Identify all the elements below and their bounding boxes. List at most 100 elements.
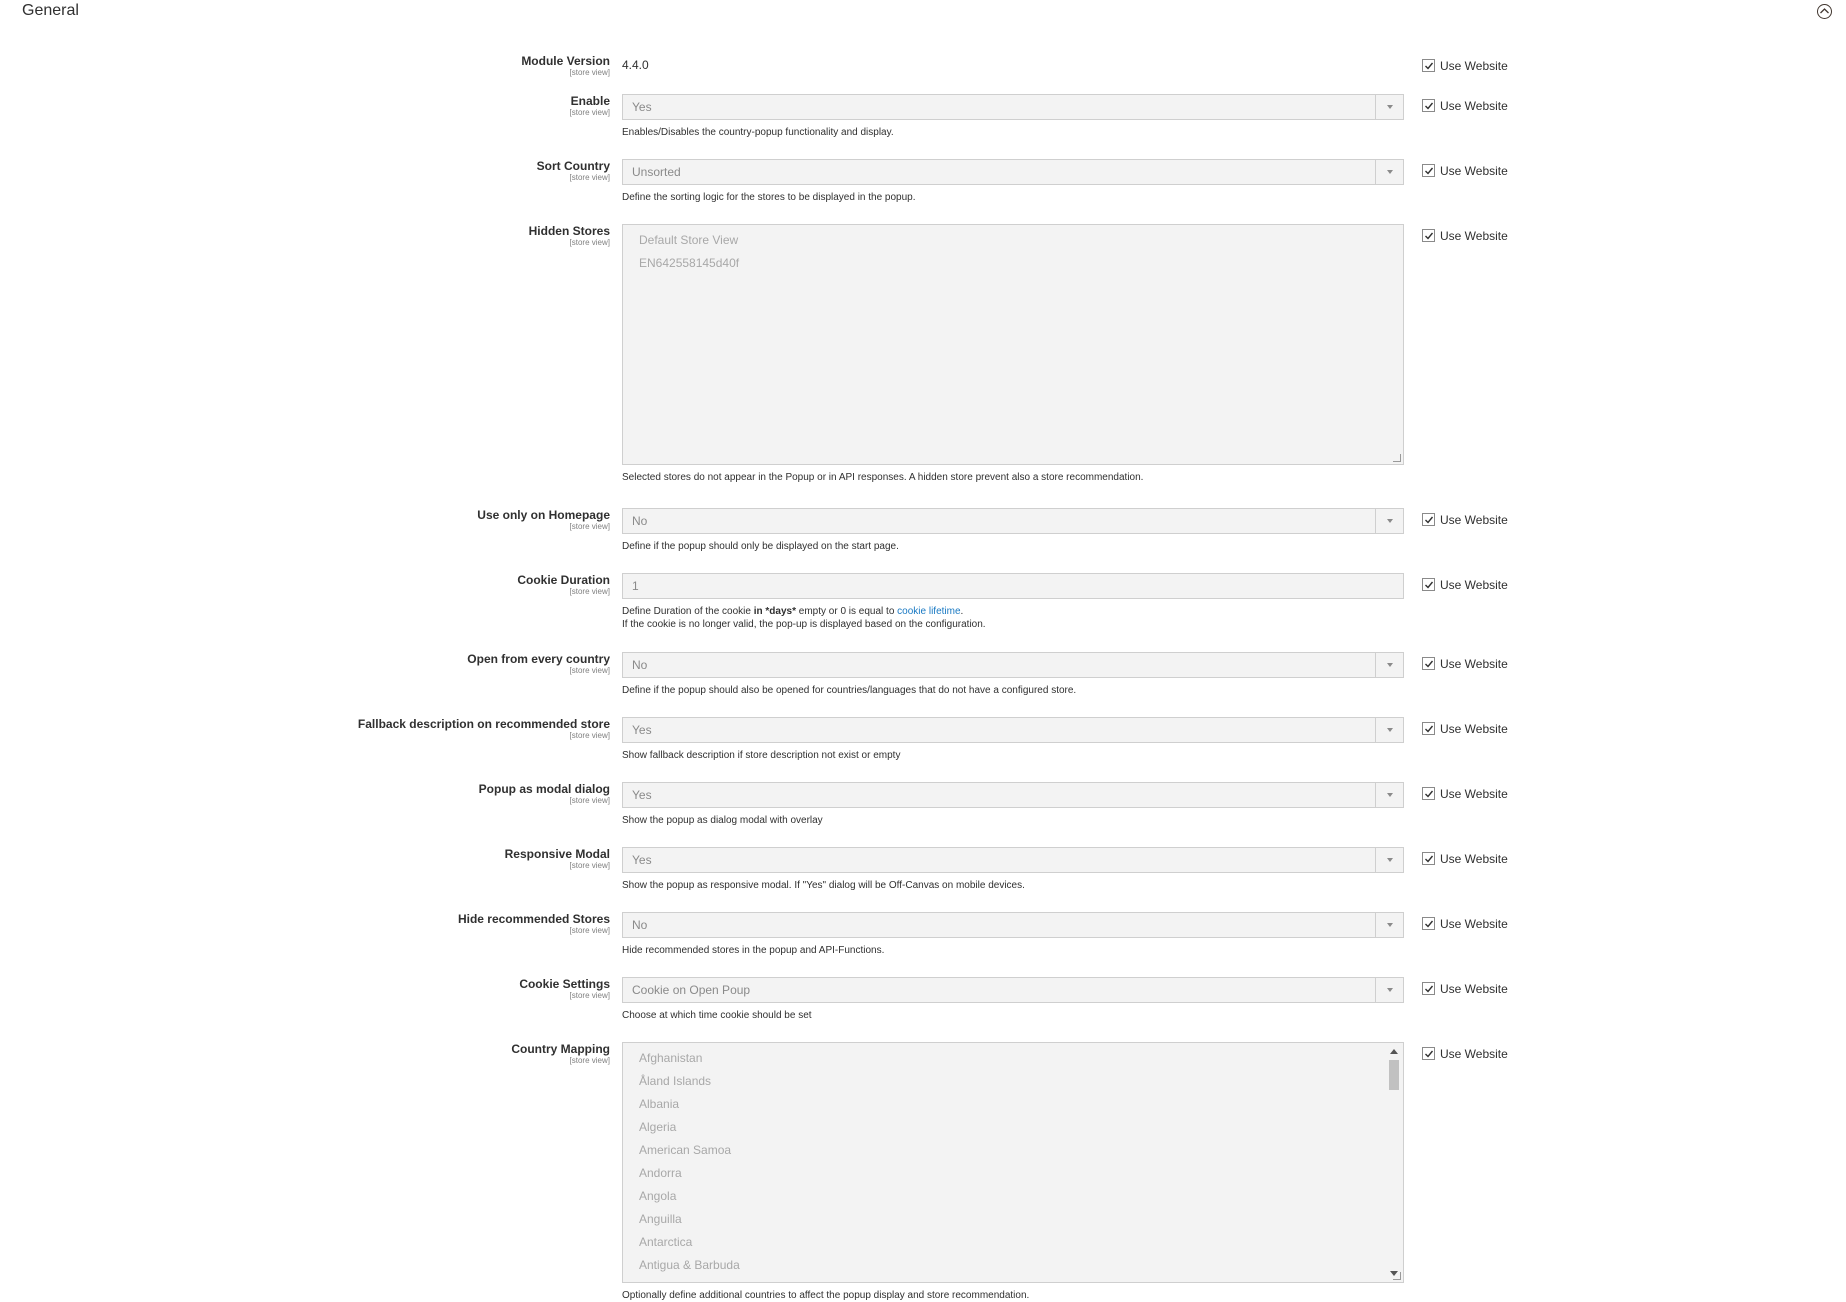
homepage-only-select[interactable]: No [622,508,1404,534]
module-version-value: 4.4.0 [622,58,649,72]
collapse-icon[interactable] [1817,4,1832,19]
scope-label: [store view] [569,587,610,596]
use-website-label: Use Website [1440,229,1508,243]
cookie-settings-select[interactable]: Cookie on Open Poup [622,977,1404,1003]
use-website-checkbox[interactable]: Use Website [1422,917,1508,931]
checkbox-icon[interactable] [1422,578,1435,591]
select-value: Yes [632,788,652,802]
field-note: Show the popup as dialog modal with over… [622,815,823,826]
list-item[interactable]: Angola [639,1185,1403,1208]
list-item[interactable]: Antigua & Barbuda [639,1254,1403,1277]
checkbox-icon[interactable] [1422,99,1435,112]
use-website-checkbox[interactable]: Use Website [1422,513,1508,527]
use-website-label: Use Website [1440,657,1508,671]
use-website-checkbox[interactable]: Use Website [1422,59,1508,73]
checkbox-icon[interactable] [1422,229,1435,242]
chevron-down-icon[interactable] [1375,718,1403,742]
section-title: General [22,2,79,19]
responsive-modal-select[interactable]: Yes [622,847,1404,873]
list-item[interactable]: Default Store View [639,229,1403,252]
list-item[interactable]: Algeria [639,1116,1403,1139]
field-label: Cookie Duration [517,573,610,587]
select-value: Unsorted [632,165,681,179]
list-item[interactable]: EN642558145d40f [639,252,1403,275]
use-website-checkbox[interactable]: Use Website [1422,657,1508,671]
cookie-duration-input[interactable]: 1 [622,573,1404,599]
use-website-checkbox[interactable]: Use Website [1422,787,1508,801]
list-item[interactable]: Afghanistan [639,1047,1403,1070]
note-text: empty or 0 is equal to [796,606,898,617]
chevron-down-icon[interactable] [1375,978,1403,1002]
hidden-stores-multiselect[interactable]: Default Store View EN642558145d40f [622,224,1404,465]
use-website-checkbox[interactable]: Use Website [1422,852,1508,866]
open-every-country-select[interactable]: No [622,652,1404,678]
use-website-checkbox[interactable]: Use Website [1422,982,1508,996]
list-item[interactable]: American Samoa [639,1139,1403,1162]
scope-label: [store view] [569,108,610,117]
note-text: Define Duration of the cookie [622,606,754,617]
field-label: Module Version [521,54,610,68]
scope-label: [store view] [569,68,610,77]
checkbox-icon[interactable] [1422,982,1435,995]
checkbox-icon[interactable] [1422,917,1435,930]
use-website-label: Use Website [1440,513,1508,527]
checkbox-icon[interactable] [1422,657,1435,670]
list-item[interactable]: Åland Islands [639,1070,1403,1093]
chevron-down-icon[interactable] [1375,160,1403,184]
chevron-down-icon[interactable] [1375,95,1403,119]
field-note: Enables/Disables the country-popup funct… [622,127,894,138]
use-website-checkbox[interactable]: Use Website [1422,164,1508,178]
scroll-up-icon[interactable] [1390,1049,1398,1054]
field-note: Optionally define additional countries t… [622,1290,1030,1301]
checkbox-icon[interactable] [1422,787,1435,800]
field-note: Choose at which time cookie should be se… [622,1010,812,1021]
checkbox-icon[interactable] [1422,513,1435,526]
field-label: Popup as modal dialog [478,782,610,796]
field-label: Cookie Settings [519,977,610,991]
use-website-label: Use Website [1440,99,1508,113]
use-website-label: Use Website [1440,59,1508,73]
section-header[interactable]: General [22,0,1842,26]
use-website-label: Use Website [1440,982,1508,996]
chevron-down-icon[interactable] [1375,913,1403,937]
list-item[interactable]: Albania [639,1093,1403,1116]
use-website-label: Use Website [1440,787,1508,801]
scope-label: [store view] [569,666,610,675]
chevron-down-icon[interactable] [1375,848,1403,872]
country-mapping-multiselect[interactable]: Afghanistan Åland Islands Albania Algeri… [622,1042,1404,1283]
select-value: No [632,658,648,672]
list-item[interactable]: Anguilla [639,1208,1403,1231]
use-website-checkbox[interactable]: Use Website [1422,1047,1508,1061]
hide-recommended-select[interactable]: No [622,912,1404,938]
field-label: Open from every country [467,652,610,666]
popup-modal-select[interactable]: Yes [622,782,1404,808]
note-text: . [960,606,964,617]
checkbox-icon[interactable] [1422,852,1435,865]
chevron-down-icon[interactable] [1375,783,1403,807]
list-item[interactable]: Andorra [639,1162,1403,1185]
field-label: Sort Country [536,159,610,173]
use-website-label: Use Website [1440,578,1508,592]
scope-label: [store view] [569,796,610,805]
fallback-description-select[interactable]: Yes [622,717,1404,743]
chevron-down-icon[interactable] [1375,509,1403,533]
list-item[interactable]: Antarctica [639,1231,1403,1254]
resize-handle[interactable] [1393,454,1401,462]
use-website-checkbox[interactable]: Use Website [1422,578,1508,592]
sort-country-select[interactable]: Unsorted [622,159,1404,185]
resize-handle[interactable] [1393,1272,1401,1280]
checkbox-icon[interactable] [1422,1047,1435,1060]
checkbox-icon[interactable] [1422,164,1435,177]
checkbox-icon[interactable] [1422,59,1435,72]
checkbox-icon[interactable] [1422,722,1435,735]
cookie-lifetime-link[interactable]: cookie lifetime [897,606,960,617]
use-website-checkbox[interactable]: Use Website [1422,229,1508,243]
field-label: Fallback description on recommended stor… [357,717,610,731]
chevron-down-icon[interactable] [1375,653,1403,677]
scope-label: [store view] [569,1056,610,1065]
scrollbar[interactable] [1389,1047,1399,1276]
use-website-checkbox[interactable]: Use Website [1422,722,1508,736]
enable-select[interactable]: Yes [622,94,1404,120]
scroll-thumb[interactable] [1389,1060,1399,1090]
use-website-checkbox[interactable]: Use Website [1422,99,1508,113]
